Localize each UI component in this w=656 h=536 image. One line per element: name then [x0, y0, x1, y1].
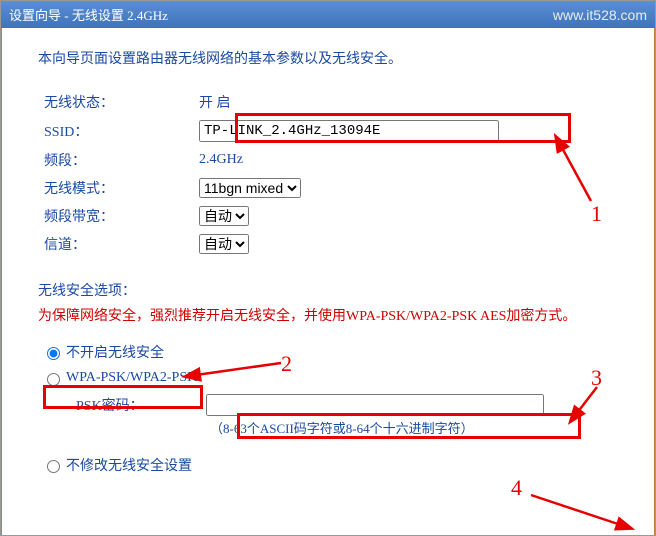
bandwidth-label: 频段带宽： [38, 202, 193, 230]
wireless-status-label: 无线状态： [38, 88, 193, 116]
mode-label: 无线模式： [38, 174, 193, 202]
radio-wpa[interactable] [47, 373, 60, 386]
page-body: 本向导页面设置路由器无线网络的基本参数以及无线安全。 无线状态： 开 启 SSI… [1, 28, 655, 536]
ssid-input[interactable] [199, 120, 499, 142]
radio-keep[interactable] [47, 460, 60, 473]
psk-label: PSK密码： [76, 395, 206, 415]
bandwidth-select[interactable]: 自动 [199, 206, 249, 226]
ssid-label: SSID： [38, 116, 193, 146]
radio-keep-label: 不修改无线安全设置 [66, 455, 192, 475]
titlebar: 设置向导 - 无线设置 2.4GHz www.it528.com [1, 1, 655, 28]
radio-none-label: 不开启无线安全 [66, 342, 164, 362]
channel-label: 信道： [38, 230, 193, 258]
radio-none[interactable] [47, 347, 60, 360]
intro-text: 本向导页面设置路由器无线网络的基本参数以及无线安全。 [38, 48, 636, 68]
watermark: www.it528.com [553, 7, 647, 23]
psk-hint: （8-63个ASCII码字符或8-64个十六进制字符） [210, 418, 636, 437]
annotation-number-1: 1 [591, 201, 602, 227]
band-label: 频段： [38, 146, 193, 174]
wireless-status-value: 开 启 [193, 88, 505, 116]
security-title: 无线安全选项： [38, 280, 636, 300]
annotation-number-3: 3 [591, 365, 602, 391]
settings-table: 无线状态： 开 启 SSID： 频段： 2.4GHz 无线模式： 11bgn m… [38, 88, 505, 258]
annotation-number-2: 2 [281, 351, 292, 377]
radio-row-keep[interactable]: 不修改无线安全设置 [42, 455, 636, 475]
security-warning: 为保障网络安全，强烈推荐开启无线安全，并使用WPA-PSK/WPA2-PSK A… [38, 306, 636, 328]
window-title: 设置向导 - 无线设置 2.4GHz [9, 5, 168, 24]
mode-select[interactable]: 11bgn mixed [199, 178, 301, 198]
channel-select[interactable]: 自动 [199, 234, 249, 254]
band-value: 2.4GHz [193, 146, 505, 174]
radio-row-wpa[interactable]: WPA-PSK/WPA2-PSK [42, 370, 636, 386]
radio-row-none[interactable]: 不开启无线安全 [42, 342, 636, 362]
annotation-number-4: 4 [511, 475, 522, 501]
psk-input[interactable] [206, 394, 544, 416]
radio-wpa-label: WPA-PSK/WPA2-PSK [66, 370, 197, 386]
